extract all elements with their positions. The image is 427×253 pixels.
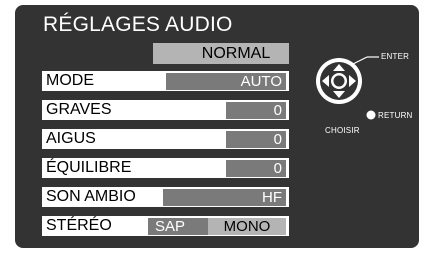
- menu-row-stereo[interactable]: STÉRÉO SAP MONO: [42, 216, 289, 236]
- row-label: MODE: [46, 72, 94, 89]
- menu-title: RÉGLAGES AUDIO: [43, 13, 233, 36]
- row-label: SON AMBIO: [46, 188, 136, 205]
- row-label: AIGUS: [46, 130, 96, 147]
- row-value: 0: [226, 131, 286, 148]
- remote-hint-diagram: ENTER RETURN CHOISIR: [315, 49, 425, 139]
- return-hint: RETURN: [378, 111, 413, 120]
- row-value: AUTO: [166, 73, 286, 90]
- stereo-option-sap[interactable]: SAP: [148, 218, 208, 235]
- menu-row-graves[interactable]: GRAVES 0: [42, 100, 289, 120]
- menu-row-son-ambio[interactable]: SON AMBIO HF: [42, 187, 289, 207]
- row-value: HF: [163, 189, 286, 206]
- return-button-icon: [366, 110, 376, 120]
- row-label: ÉQUILIBRE: [46, 159, 132, 176]
- stereo-option-mono[interactable]: MONO: [208, 218, 286, 235]
- row-label: GRAVES: [46, 101, 112, 118]
- preset-selector[interactable]: NORMAL: [153, 43, 289, 64]
- row-value: 0: [226, 160, 286, 177]
- menu-row-aigus[interactable]: AIGUS 0: [42, 129, 289, 149]
- menu-row-mode[interactable]: MODE AUTO: [42, 71, 289, 91]
- audio-settings-menu: RÉGLAGES AUDIO NORMAL MODE AUTO GRAVES 0…: [15, 5, 419, 248]
- choose-hint: CHOISIR: [325, 126, 360, 135]
- row-value: 0: [226, 102, 286, 119]
- enter-hint: ENTER: [381, 52, 410, 61]
- menu-row-equilibre[interactable]: ÉQUILIBRE 0: [42, 158, 289, 178]
- row-label: STÉRÉO: [46, 217, 112, 234]
